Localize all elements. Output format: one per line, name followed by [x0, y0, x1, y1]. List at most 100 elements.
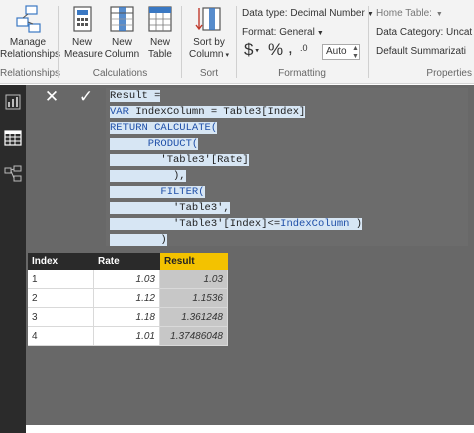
new-column-label-line2: Column: [104, 49, 140, 60]
relationships-icon: [16, 5, 41, 33]
formula-line: 'Table3'[Index]<=IndexColumn ): [110, 218, 363, 230]
formula-line: 'Table3',: [110, 202, 230, 214]
formula-line: Result =: [110, 90, 161, 102]
group-divider: [58, 6, 59, 78]
formula-line-highlight: PRODUCT(: [110, 138, 199, 150]
formula-line-highlight: 'Table3',: [110, 202, 230, 214]
new-measure-label-line1: New: [71, 37, 92, 48]
column-header-index[interactable]: Index: [28, 253, 94, 270]
formula-line-highlight: 'Table3'[Index]<=IndexColumn ): [110, 218, 363, 230]
close-icon: ✕: [44, 87, 60, 106]
cell-index[interactable]: 3: [28, 308, 94, 327]
data-category-dropdown[interactable]: Data Category: Uncat: [376, 27, 472, 38]
formula-token: VAR: [110, 106, 136, 118]
formula-editor[interactable]: Result = VAR IndexColumn = Table3[Index] R…: [106, 88, 468, 246]
formula-token: RETURN CALCULATE(: [110, 122, 218, 134]
formula-token: IndexColumn: [280, 218, 350, 230]
currency-format-button[interactable]: $ ▾: [244, 40, 259, 60]
new-measure-button[interactable]: New Measure: [64, 4, 103, 61]
formula-token: IndexColumn = Table3[Index]: [135, 106, 306, 118]
formula-line-highlight: ): [110, 234, 167, 246]
sort-by-column-icon: [195, 7, 221, 31]
formula-line-highlight: FILTER(: [110, 186, 205, 198]
cell-index[interactable]: 4: [28, 327, 94, 346]
formula-token: ): [110, 234, 167, 246]
new-measure-label-line2: Measure: [64, 49, 103, 60]
data-type-dropdown[interactable]: Data type: Decimal Number ▼: [242, 8, 374, 19]
formula-token: Result =: [110, 90, 161, 102]
thousands-separator-button[interactable]: ,: [288, 38, 293, 58]
formula-line-highlight: RETURN CALCULATE(: [110, 122, 218, 134]
cell-rate[interactable]: 1.01: [94, 327, 160, 346]
manage-relationships-button[interactable]: Manage Relationships: [0, 4, 61, 61]
new-table-button[interactable]: New Table: [142, 4, 178, 61]
cell-result[interactable]: 1.1536: [160, 289, 228, 308]
calculations-group: New Measure New Column New Table Calcula…: [60, 0, 180, 84]
formula-line-highlight: ),: [110, 170, 186, 182]
report-view-icon[interactable]: [4, 93, 22, 111]
cell-index[interactable]: 2: [28, 289, 94, 308]
data-view-icon[interactable]: [4, 129, 22, 147]
ribbon: Manage Relationships Relationships New M…: [0, 0, 474, 84]
calculations-group-label: Calculations: [92, 68, 148, 79]
properties-group: Home Table: ▼ Data Category: Uncat Defau…: [370, 0, 474, 84]
relationships-group: Manage Relationships Relationships: [0, 0, 61, 84]
decimal-places-icon[interactable]: .0: [300, 43, 308, 53]
formula-token: ): [349, 218, 363, 230]
cell-rate[interactable]: 1.18: [94, 308, 160, 327]
cell-rate[interactable]: 1.12: [94, 289, 160, 308]
view-switcher-rail: [0, 85, 26, 433]
cell-result[interactable]: 1.03: [160, 270, 228, 289]
sort-by-column-button[interactable]: Sort by Column ▾: [185, 4, 233, 62]
cancel-formula-button[interactable]: ✕: [42, 88, 62, 106]
sort-group-label: Sort: [199, 68, 219, 79]
percent-format-button[interactable]: %: [268, 40, 283, 60]
format-dropdown[interactable]: Format: General ▼: [242, 27, 324, 38]
model-view-icon[interactable]: [4, 165, 22, 183]
formula-line: ): [110, 234, 167, 246]
formula-token: 'Table3'[Rate]: [110, 154, 249, 166]
relationships-group-label: Relationships: [0, 68, 61, 79]
formula-line: PRODUCT(: [110, 138, 199, 150]
formula-token: 'Table3'[Index]<=: [110, 218, 281, 230]
group-divider: [181, 6, 182, 78]
formula-token: FILTER(: [110, 186, 205, 198]
formula-line: VAR IndexColumn = Table3[Index]: [110, 106, 306, 118]
formula-line-highlight: VAR IndexColumn = Table3[Index]: [110, 106, 306, 118]
default-summarization-dropdown[interactable]: Default Summarizati: [376, 46, 466, 57]
sort-group: Sort by Column ▾ Sort: [183, 0, 235, 84]
new-table-icon: [148, 6, 172, 32]
formula-line: FILTER(: [110, 186, 205, 198]
formula-line-highlight: Result =: [110, 90, 161, 102]
new-table-label-line1: New: [149, 37, 170, 48]
calculator-icon: [73, 6, 92, 32]
formula-line-highlight: 'Table3'[Rate]: [110, 154, 249, 166]
chevron-down-icon: ▼: [316, 30, 324, 37]
cell-result[interactable]: 1.361248: [160, 308, 228, 327]
chevron-down-icon: ▾: [223, 52, 229, 59]
properties-group-label: Properties: [426, 68, 472, 79]
group-divider: [368, 6, 369, 78]
column-header-result[interactable]: Result: [160, 253, 228, 270]
formula-line: ),: [110, 170, 186, 182]
new-column-button[interactable]: New Column: [104, 4, 140, 61]
manage-label-line2: Relationships: [0, 49, 61, 60]
checkmark-icon: ✓: [78, 87, 94, 106]
new-table-label-line2: Table: [148, 49, 172, 60]
cell-rate[interactable]: 1.03: [94, 270, 160, 289]
commit-formula-button[interactable]: ✓: [76, 88, 96, 106]
sort-by-label-line2: Column ▾: [189, 49, 229, 60]
sort-by-label-line1: Sort by: [193, 37, 225, 48]
new-column-icon: [110, 6, 134, 32]
decimal-spinner[interactable]: ▲ ▼: [352, 45, 359, 61]
formula-token: 'Table3',: [110, 202, 230, 214]
column-header-rate[interactable]: Rate: [94, 253, 160, 270]
formula-token: PRODUCT(: [110, 138, 199, 150]
chevron-down-icon: ▼: [433, 11, 443, 18]
cell-result[interactable]: 1.37486048: [160, 327, 228, 346]
formula-line: RETURN CALCULATE(: [110, 122, 218, 134]
chevron-down-icon: ▾: [253, 47, 259, 55]
cell-index[interactable]: 1: [28, 270, 94, 289]
group-divider: [236, 6, 237, 78]
home-table-dropdown[interactable]: Home Table: ▼: [376, 8, 443, 19]
